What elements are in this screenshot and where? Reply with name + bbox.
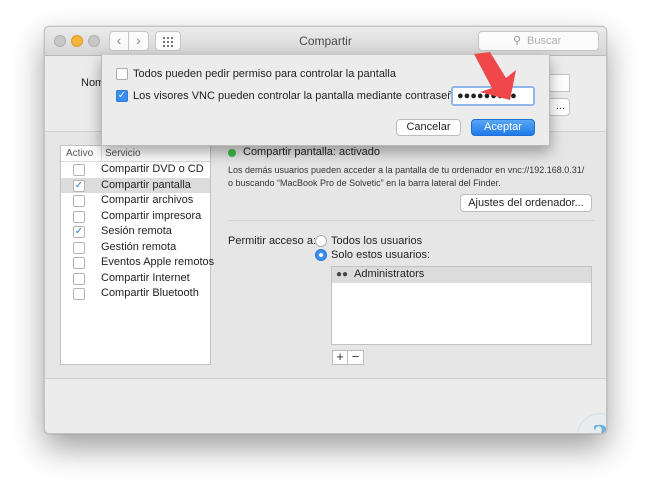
vnc-password-checkbox[interactable]: ✓: [116, 90, 128, 102]
service-checkbox[interactable]: ✓: [73, 226, 85, 238]
service-checkbox[interactable]: [73, 164, 85, 176]
list-item[interactable]: ✓ Sesión remota: [61, 224, 210, 240]
service-label: Compartir pantalla: [101, 178, 191, 191]
search-placeholder: Buscar: [527, 35, 562, 47]
service-label: Gestión remota: [101, 240, 177, 253]
permission-checkbox[interactable]: [116, 68, 128, 80]
service-checkbox[interactable]: [73, 195, 85, 207]
permission-label[interactable]: Todos pueden pedir permiso para controla…: [133, 68, 396, 80]
service-checkbox[interactable]: ✓: [73, 179, 85, 192]
service-checkbox[interactable]: [73, 241, 85, 254]
description: Los demás usuarios pueden acceder a la p…: [228, 164, 598, 190]
list-item[interactable]: Compartir impresora: [61, 209, 210, 225]
column-active: Activo: [66, 148, 94, 159]
computer-settings-button[interactable]: Ajustes del ordenador...: [460, 194, 592, 212]
search-input[interactable]: ⚲ Buscar: [478, 31, 599, 51]
list-item[interactable]: Compartir archivos: [61, 193, 210, 209]
column-service: Servicio: [101, 146, 141, 161]
watermark-logo: ?: [577, 413, 606, 433]
vnc-password-label[interactable]: Los visores VNC pueden controlar la pant…: [133, 90, 463, 102]
services-list: Activo Servicio Compartir DVD o CD ✓ Compa…: [60, 145, 214, 365]
services-header: Activo Servicio: [61, 146, 210, 162]
list-item[interactable]: ✓ Compartir pantalla: [61, 177, 210, 193]
radio-only-users-label[interactable]: Solo estos usuarios:: [331, 249, 430, 261]
add-user-button[interactable]: +: [332, 350, 348, 365]
cancel-button[interactable]: Cancelar: [396, 119, 461, 136]
service-checkbox[interactable]: [73, 272, 85, 285]
service-label: Eventos Apple remotos: [101, 256, 215, 268]
radio-only-users[interactable]: [315, 249, 327, 261]
service-label: Compartir Bluetooth: [101, 287, 199, 299]
service-label: Compartir DVD o CD: [101, 163, 204, 175]
service-checkbox[interactable]: [73, 257, 85, 269]
status-text: Compartir pantalla: activado: [243, 146, 380, 158]
access-label: Permitir acceso a:: [228, 235, 317, 247]
list-item[interactable]: Compartir Internet: [61, 271, 210, 287]
service-checkbox[interactable]: [73, 288, 85, 300]
user-name: Administrators: [354, 268, 425, 280]
radio-all-users[interactable]: [315, 235, 327, 247]
list-item[interactable]: Compartir DVD o CD: [61, 162, 210, 178]
service-checkbox[interactable]: [73, 210, 85, 223]
users-list: ●● Administrators: [331, 266, 592, 345]
list-item[interactable]: Gestión remota: [61, 240, 210, 256]
down-arrow-icon: [474, 52, 516, 100]
remove-user-button[interactable]: −: [348, 350, 364, 365]
list-item[interactable]: ●● Administrators: [332, 267, 591, 283]
status-indicator: [228, 149, 236, 157]
service-label: Compartir Internet: [101, 271, 190, 284]
group-icon: ●●: [336, 269, 349, 280]
service-label: Compartir impresora: [101, 209, 202, 222]
service-label: Sesión remota: [101, 225, 172, 237]
magnifier-icon: ⚲: [513, 35, 522, 47]
list-item[interactable]: Eventos Apple remotos: [61, 255, 214, 271]
radio-all-users-label[interactable]: Todos los usuarios: [331, 235, 422, 247]
service-label: Compartir archivos: [101, 194, 194, 206]
description-line-1: Los demás usuarios pueden acceder a la p…: [228, 165, 585, 175]
description-line-2: o buscando “MacBook Pro de Solvetic” en …: [228, 178, 501, 188]
divider: [228, 220, 594, 221]
accept-button[interactable]: Aceptar: [471, 119, 535, 136]
list-item[interactable]: Compartir Bluetooth: [61, 286, 210, 302]
question-mark-icon: ?: [578, 421, 606, 433]
